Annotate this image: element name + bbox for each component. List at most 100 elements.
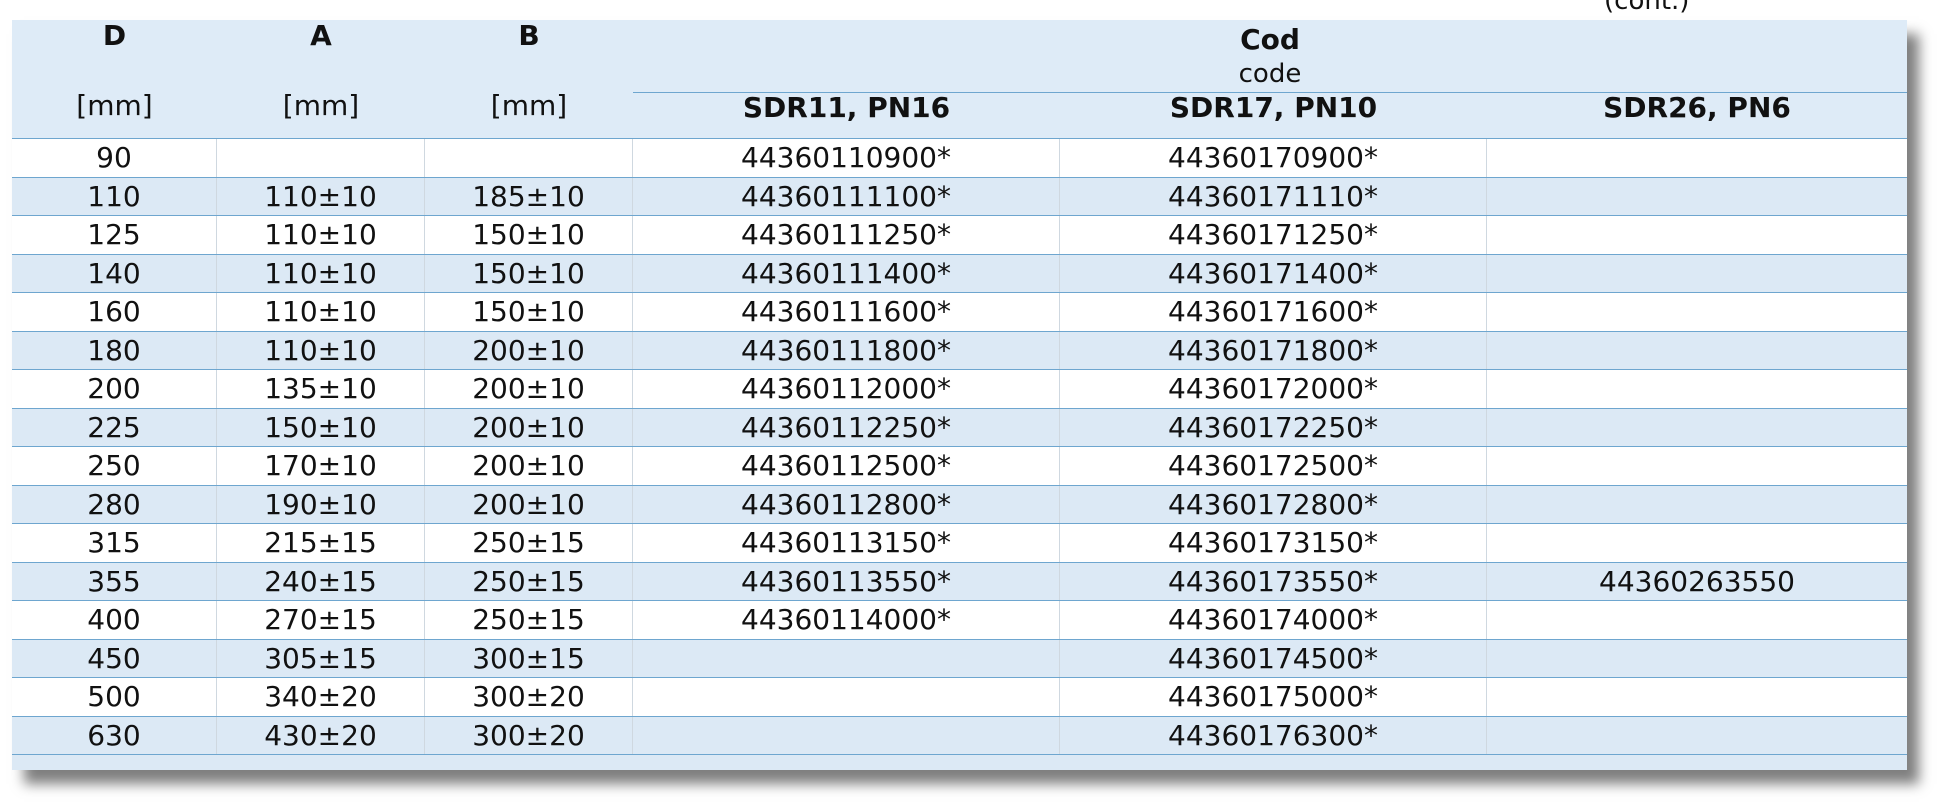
cell-sdr11: 44360111600* [633, 293, 1060, 331]
cell-d: 315 [12, 524, 217, 562]
cell-sdr17: 44360171400* [1060, 254, 1487, 292]
cell-d: 90 [12, 139, 217, 177]
table-row: 630 430±20 300±20 44360176300* [12, 716, 1907, 755]
cell-sdr26 [1487, 255, 1907, 293]
table-body: 90 44360110900* 44360170900* 110 110±10 185±1… [12, 139, 1907, 755]
table-row: 250 170±10 200±10 44360112500* 44360172500* [12, 447, 1907, 486]
header-sdr17: SDR17, PN10 [1169, 91, 1378, 124]
cell-b: 250±15 [425, 524, 633, 562]
cell-sdr26 [1487, 409, 1907, 447]
cell-sdr11: 44360112000* [633, 370, 1060, 408]
cell-sdr17: 44360172250* [1060, 408, 1487, 446]
table-row: 500 340±20 300±20 44360175000* [12, 678, 1907, 717]
cell-a: 110±10 [217, 293, 425, 331]
cell-d: 110 [12, 177, 217, 215]
cell-sdr17: 44360171110* [1060, 177, 1487, 215]
cell-sdr17: 44360174500* [1060, 639, 1487, 677]
cell-sdr26 [1487, 601, 1907, 639]
cell-b: 300±15 [425, 639, 633, 677]
cell-sdr11 [633, 716, 1060, 754]
top-corner-text: (cont.) [1604, 0, 1690, 16]
cell-a: 110±10 [217, 216, 425, 254]
table-row: 180 110±10 200±10 44360111800* 44360171800* [12, 331, 1907, 370]
cell-a: 340±20 [217, 678, 425, 716]
header-b-unit: [mm] [490, 89, 568, 122]
cell-sdr26 [1487, 332, 1907, 370]
header-d-label: D [102, 20, 127, 52]
cell-a: 170±10 [217, 447, 425, 485]
cell-d: 180 [12, 331, 217, 369]
cell-sdr26 [1487, 524, 1907, 562]
cell-a: 270±15 [217, 601, 425, 639]
cell-sdr17: 44360176300* [1060, 716, 1487, 754]
table-row: 200 135±10 200±10 44360112000* 44360172000* [12, 370, 1907, 409]
cell-b: 185±10 [425, 177, 633, 215]
header-code-label: Cod [1240, 23, 1300, 56]
cell-sdr26 [1487, 370, 1907, 408]
cell-b: 300±20 [425, 716, 633, 754]
cell-a: 215±15 [217, 524, 425, 562]
cell-a: 190±10 [217, 485, 425, 523]
cell-b: 150±10 [425, 293, 633, 331]
header-b-label: B [518, 20, 540, 52]
cell-d: 160 [12, 293, 217, 331]
cell-sdr11 [633, 639, 1060, 677]
cell-a: 135±10 [217, 370, 425, 408]
cell-a: 150±10 [217, 408, 425, 446]
cell-sdr11 [633, 678, 1060, 716]
table-row: 450 305±15 300±15 44360174500* [12, 639, 1907, 678]
cell-d: 125 [12, 216, 217, 254]
table-row: 90 44360110900* 44360170900* [12, 139, 1907, 178]
cell-sdr11: 44360113150* [633, 524, 1060, 562]
cell-b: 250±15 [425, 601, 633, 639]
cell-d: 630 [12, 716, 217, 754]
header-sdr26: SDR26, PN6 [1603, 91, 1791, 124]
cell-sdr26 [1487, 178, 1907, 216]
cell-sdr17: 44360173550* [1060, 562, 1487, 600]
cell-sdr17: 44360172000* [1060, 370, 1487, 408]
cell-sdr11: 44360111250* [633, 216, 1060, 254]
header-sdr11: SDR11, PN16 [742, 91, 951, 124]
cell-b: 200±10 [425, 370, 633, 408]
cell-sdr11: 44360112800* [633, 485, 1060, 523]
cell-d: 225 [12, 408, 217, 446]
cell-d: 140 [12, 254, 217, 292]
cell-sdr17: 44360174000* [1060, 601, 1487, 639]
cell-d: 250 [12, 447, 217, 485]
cell-b: 150±10 [425, 254, 633, 292]
cell-a: 110±10 [217, 177, 425, 215]
header-code-sublabel: code [1238, 59, 1302, 89]
table-row: 225 150±10 200±10 44360112250* 44360172250* [12, 408, 1907, 447]
cell-b: 150±10 [425, 216, 633, 254]
cell-sdr11: 44360111400* [633, 254, 1060, 292]
cell-d: 450 [12, 639, 217, 677]
cell-b: 200±10 [425, 447, 633, 485]
cell-sdr17: 44360172800* [1060, 485, 1487, 523]
table-row: 160 110±10 150±10 44360111600* 44360171600* [12, 293, 1907, 332]
cell-a: 110±10 [217, 331, 425, 369]
table-row: 280 190±10 200±10 44360112800* 44360172800* [12, 485, 1907, 524]
cell-sdr17: 44360171800* [1060, 331, 1487, 369]
cell-b: 200±10 [425, 408, 633, 446]
cell-sdr17: 44360171600* [1060, 293, 1487, 331]
cell-sdr26 [1487, 717, 1907, 755]
table-header: D [mm] A [mm] B [mm] Cod code SDR11, PN1… [12, 20, 1907, 138]
cell-d: 280 [12, 485, 217, 523]
cell-sdr26 [1487, 139, 1907, 177]
header-a-unit: [mm] [282, 89, 360, 122]
cell-sdr11: 44360112250* [633, 408, 1060, 446]
cell-sdr11: 44360111800* [633, 331, 1060, 369]
header-d-unit: [mm] [76, 89, 153, 122]
cell-sdr17: 44360175000* [1060, 678, 1487, 716]
cell-sdr11: 44360114000* [633, 601, 1060, 639]
table-row: 125 110±10 150±10 44360111250* 44360171250* [12, 216, 1907, 255]
cell-sdr11: 44360110900* [633, 139, 1060, 177]
cell-sdr26 [1487, 486, 1907, 524]
cell-b: 200±10 [425, 485, 633, 523]
cell-d: 500 [12, 678, 217, 716]
cell-sdr17: 44360171250* [1060, 216, 1487, 254]
cell-d: 200 [12, 370, 217, 408]
table-row: 110 110±10 185±10 44360111100* 44360171110* [12, 177, 1907, 216]
cell-b: 200±10 [425, 331, 633, 369]
table-row: 355 240±15 250±15 44360113550* 44360173550* 4… [12, 562, 1907, 601]
